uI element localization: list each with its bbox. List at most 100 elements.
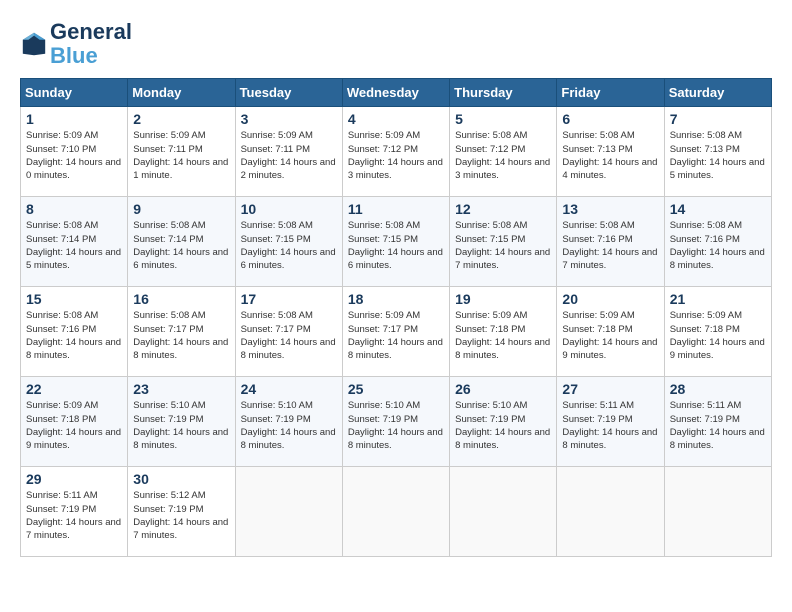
calendar-cell: 5 Sunrise: 5:08 AMSunset: 7:12 PMDayligh…: [450, 107, 557, 197]
day-info: Sunrise: 5:08 AMSunset: 7:15 PMDaylight:…: [241, 219, 337, 272]
day-info: Sunrise: 5:08 AMSunset: 7:13 PMDaylight:…: [562, 129, 658, 182]
day-number: 17: [241, 291, 337, 307]
day-number: 22: [26, 381, 122, 397]
day-info: Sunrise: 5:09 AMSunset: 7:18 PMDaylight:…: [670, 309, 766, 362]
calendar-cell: 9 Sunrise: 5:08 AMSunset: 7:14 PMDayligh…: [128, 197, 235, 287]
day-number: 30: [133, 471, 229, 487]
calendar-cell: 8 Sunrise: 5:08 AMSunset: 7:14 PMDayligh…: [21, 197, 128, 287]
logo-text: General Blue: [50, 20, 132, 68]
day-number: 10: [241, 201, 337, 217]
calendar-cell: 2 Sunrise: 5:09 AMSunset: 7:11 PMDayligh…: [128, 107, 235, 197]
day-number: 3: [241, 111, 337, 127]
day-info: Sunrise: 5:08 AMSunset: 7:14 PMDaylight:…: [26, 219, 122, 272]
day-info: Sunrise: 5:11 AMSunset: 7:19 PMDaylight:…: [26, 489, 122, 542]
calendar-week-2: 8 Sunrise: 5:08 AMSunset: 7:14 PMDayligh…: [21, 197, 772, 287]
day-number: 11: [348, 201, 444, 217]
day-number: 24: [241, 381, 337, 397]
day-number: 18: [348, 291, 444, 307]
calendar-cell: [235, 467, 342, 557]
calendar-cell: 16 Sunrise: 5:08 AMSunset: 7:17 PMDaylig…: [128, 287, 235, 377]
calendar-table: SundayMondayTuesdayWednesdayThursdayFrid…: [20, 78, 772, 557]
day-info: Sunrise: 5:09 AMSunset: 7:17 PMDaylight:…: [348, 309, 444, 362]
calendar-cell: 24 Sunrise: 5:10 AMSunset: 7:19 PMDaylig…: [235, 377, 342, 467]
day-info: Sunrise: 5:09 AMSunset: 7:18 PMDaylight:…: [455, 309, 551, 362]
day-info: Sunrise: 5:10 AMSunset: 7:19 PMDaylight:…: [455, 399, 551, 452]
day-info: Sunrise: 5:11 AMSunset: 7:19 PMDaylight:…: [562, 399, 658, 452]
calendar-cell: 4 Sunrise: 5:09 AMSunset: 7:12 PMDayligh…: [342, 107, 449, 197]
column-header-wednesday: Wednesday: [342, 79, 449, 107]
day-number: 4: [348, 111, 444, 127]
calendar-cell: [557, 467, 664, 557]
day-info: Sunrise: 5:09 AMSunset: 7:18 PMDaylight:…: [562, 309, 658, 362]
calendar-cell: 25 Sunrise: 5:10 AMSunset: 7:19 PMDaylig…: [342, 377, 449, 467]
day-number: 8: [26, 201, 122, 217]
day-number: 1: [26, 111, 122, 127]
calendar-cell: 15 Sunrise: 5:08 AMSunset: 7:16 PMDaylig…: [21, 287, 128, 377]
calendar-cell: 29 Sunrise: 5:11 AMSunset: 7:19 PMDaylig…: [21, 467, 128, 557]
day-info: Sunrise: 5:10 AMSunset: 7:19 PMDaylight:…: [348, 399, 444, 452]
calendar-week-3: 15 Sunrise: 5:08 AMSunset: 7:16 PMDaylig…: [21, 287, 772, 377]
day-info: Sunrise: 5:08 AMSunset: 7:12 PMDaylight:…: [455, 129, 551, 182]
calendar-cell: 10 Sunrise: 5:08 AMSunset: 7:15 PMDaylig…: [235, 197, 342, 287]
day-info: Sunrise: 5:08 AMSunset: 7:16 PMDaylight:…: [26, 309, 122, 362]
column-header-sunday: Sunday: [21, 79, 128, 107]
calendar-cell: 7 Sunrise: 5:08 AMSunset: 7:13 PMDayligh…: [664, 107, 771, 197]
calendar-cell: 1 Sunrise: 5:09 AMSunset: 7:10 PMDayligh…: [21, 107, 128, 197]
day-number: 14: [670, 201, 766, 217]
calendar-cell: 23 Sunrise: 5:10 AMSunset: 7:19 PMDaylig…: [128, 377, 235, 467]
day-number: 19: [455, 291, 551, 307]
day-info: Sunrise: 5:11 AMSunset: 7:19 PMDaylight:…: [670, 399, 766, 452]
day-number: 28: [670, 381, 766, 397]
calendar-header-row: SundayMondayTuesdayWednesdayThursdayFrid…: [21, 79, 772, 107]
calendar-cell: 13 Sunrise: 5:08 AMSunset: 7:16 PMDaylig…: [557, 197, 664, 287]
day-number: 13: [562, 201, 658, 217]
day-number: 9: [133, 201, 229, 217]
day-info: Sunrise: 5:10 AMSunset: 7:19 PMDaylight:…: [133, 399, 229, 452]
calendar-cell: [342, 467, 449, 557]
calendar-cell: 3 Sunrise: 5:09 AMSunset: 7:11 PMDayligh…: [235, 107, 342, 197]
day-number: 16: [133, 291, 229, 307]
day-info: Sunrise: 5:09 AMSunset: 7:11 PMDaylight:…: [133, 129, 229, 182]
calendar-week-1: 1 Sunrise: 5:09 AMSunset: 7:10 PMDayligh…: [21, 107, 772, 197]
day-number: 15: [26, 291, 122, 307]
day-info: Sunrise: 5:08 AMSunset: 7:15 PMDaylight:…: [348, 219, 444, 272]
day-number: 27: [562, 381, 658, 397]
day-info: Sunrise: 5:09 AMSunset: 7:11 PMDaylight:…: [241, 129, 337, 182]
logo: General Blue: [20, 20, 132, 68]
day-number: 2: [133, 111, 229, 127]
calendar-cell: 28 Sunrise: 5:11 AMSunset: 7:19 PMDaylig…: [664, 377, 771, 467]
day-info: Sunrise: 5:09 AMSunset: 7:18 PMDaylight:…: [26, 399, 122, 452]
day-number: 5: [455, 111, 551, 127]
day-info: Sunrise: 5:08 AMSunset: 7:17 PMDaylight:…: [241, 309, 337, 362]
column-header-monday: Monday: [128, 79, 235, 107]
day-info: Sunrise: 5:10 AMSunset: 7:19 PMDaylight:…: [241, 399, 337, 452]
day-info: Sunrise: 5:08 AMSunset: 7:15 PMDaylight:…: [455, 219, 551, 272]
column-header-friday: Friday: [557, 79, 664, 107]
day-number: 12: [455, 201, 551, 217]
calendar-cell: 11 Sunrise: 5:08 AMSunset: 7:15 PMDaylig…: [342, 197, 449, 287]
calendar-body: 1 Sunrise: 5:09 AMSunset: 7:10 PMDayligh…: [21, 107, 772, 557]
calendar-cell: 6 Sunrise: 5:08 AMSunset: 7:13 PMDayligh…: [557, 107, 664, 197]
calendar-cell: 21 Sunrise: 5:09 AMSunset: 7:18 PMDaylig…: [664, 287, 771, 377]
day-info: Sunrise: 5:09 AMSunset: 7:10 PMDaylight:…: [26, 129, 122, 182]
page-header: General Blue: [20, 20, 772, 68]
day-number: 6: [562, 111, 658, 127]
calendar-cell: [450, 467, 557, 557]
calendar-cell: 30 Sunrise: 5:12 AMSunset: 7:19 PMDaylig…: [128, 467, 235, 557]
day-info: Sunrise: 5:08 AMSunset: 7:17 PMDaylight:…: [133, 309, 229, 362]
day-number: 26: [455, 381, 551, 397]
column-header-thursday: Thursday: [450, 79, 557, 107]
day-info: Sunrise: 5:08 AMSunset: 7:16 PMDaylight:…: [670, 219, 766, 272]
day-number: 23: [133, 381, 229, 397]
calendar-cell: 22 Sunrise: 5:09 AMSunset: 7:18 PMDaylig…: [21, 377, 128, 467]
calendar-week-5: 29 Sunrise: 5:11 AMSunset: 7:19 PMDaylig…: [21, 467, 772, 557]
calendar-cell: 26 Sunrise: 5:10 AMSunset: 7:19 PMDaylig…: [450, 377, 557, 467]
calendar-cell: 12 Sunrise: 5:08 AMSunset: 7:15 PMDaylig…: [450, 197, 557, 287]
day-info: Sunrise: 5:12 AMSunset: 7:19 PMDaylight:…: [133, 489, 229, 542]
day-number: 7: [670, 111, 766, 127]
day-info: Sunrise: 5:09 AMSunset: 7:12 PMDaylight:…: [348, 129, 444, 182]
day-number: 29: [26, 471, 122, 487]
calendar-cell: 18 Sunrise: 5:09 AMSunset: 7:17 PMDaylig…: [342, 287, 449, 377]
calendar-cell: 27 Sunrise: 5:11 AMSunset: 7:19 PMDaylig…: [557, 377, 664, 467]
day-number: 25: [348, 381, 444, 397]
